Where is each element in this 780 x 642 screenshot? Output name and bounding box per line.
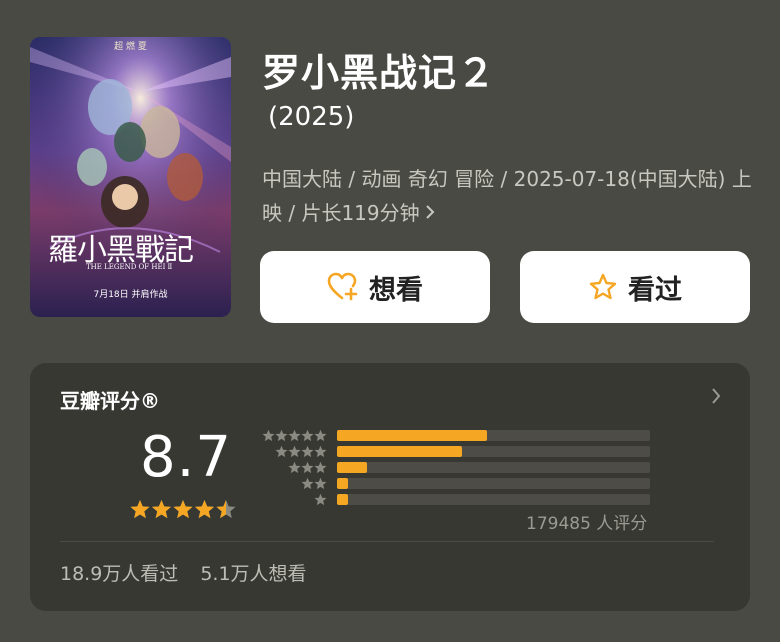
rating-score: 8.7 <box>140 425 233 490</box>
distribution-row-3 <box>255 460 655 476</box>
watched-label: 看过 <box>628 274 682 306</box>
distribution-star <box>314 429 327 442</box>
chevron-right-icon[interactable] <box>710 387 722 409</box>
rating-star-filled <box>151 500 172 519</box>
distribution-bar-fill <box>337 478 348 489</box>
rating-distribution <box>255 428 655 518</box>
movie-meta-text: 中国大陆 / 动画 奇幻 冒险 / 2025-07-18(中国大陆) 上映 / … <box>262 167 752 225</box>
poster-artwork <box>30 37 231 317</box>
movie-poster[interactable]: 超 燃 夏 羅小黑戰記 THE LEGEND OF HEI Ⅱ 7月18日 并肩… <box>30 37 231 317</box>
distribution-star <box>301 445 314 458</box>
chevron-right-icon <box>424 196 436 230</box>
distribution-star <box>301 429 314 442</box>
distribution-bar-track <box>337 494 650 505</box>
distribution-bar-fill <box>337 494 348 505</box>
distribution-row-1 <box>255 492 655 508</box>
distribution-star <box>314 445 327 458</box>
distribution-row-5 <box>255 428 655 444</box>
distribution-row-2 <box>255 476 655 492</box>
distribution-star <box>288 429 301 442</box>
movie-detail-page: 超 燃 夏 羅小黑戰記 THE LEGEND OF HEI Ⅱ 7月18日 并肩… <box>0 0 780 642</box>
distribution-bar-track <box>337 430 650 441</box>
distribution-row-4 <box>255 444 655 460</box>
want-to-watch-button[interactable]: 想看 <box>260 251 490 323</box>
rating-star-filled <box>130 500 150 519</box>
poster-release-line: 7月18日 并肩作战 <box>93 290 168 300</box>
rating-star-filled <box>194 500 215 519</box>
rating-stars <box>130 499 240 525</box>
distribution-bar-track <box>337 446 650 457</box>
distribution-star <box>301 477 314 490</box>
want-count: 5.1万人想看 <box>200 563 307 585</box>
distribution-star <box>314 493 327 506</box>
rating-star-filled <box>173 500 193 519</box>
distribution-star <box>314 477 327 490</box>
rating-card[interactable]: 豆瓣评分® 8.7 179485 人评分 18.9万人看过 5.1万人想看 <box>30 363 750 611</box>
distribution-star <box>275 429 288 442</box>
heart-plus-icon <box>327 272 359 302</box>
poster-subtitle: THE LEGEND OF HEI Ⅱ <box>86 263 173 271</box>
distribution-bar-fill <box>337 446 463 457</box>
distribution-bar-fill <box>337 430 488 441</box>
divider <box>60 541 714 542</box>
star-outline-icon <box>588 272 618 302</box>
distribution-bar-track <box>337 462 650 473</box>
distribution-bar-fill <box>337 462 367 473</box>
rating-header: 豆瓣评分® <box>60 389 160 413</box>
distribution-stars <box>314 492 327 511</box>
rating-count: 179485 人评分 <box>526 514 648 534</box>
distribution-bar-track <box>337 478 650 489</box>
watched-count: 18.9万人看过 <box>60 563 179 585</box>
distribution-star <box>288 445 301 458</box>
distribution-star <box>301 461 314 474</box>
poster-top-text: 超 燃 夏 <box>114 42 147 52</box>
distribution-star <box>262 429 275 442</box>
movie-title: 罗小黑战记２ <box>262 51 497 95</box>
distribution-star <box>288 461 301 474</box>
want-to-watch-label: 想看 <box>369 274 423 306</box>
movie-year: (2025) <box>268 102 355 132</box>
movie-meta[interactable]: 中国大陆 / 动画 奇幻 冒险 / 2025-07-18(中国大陆) 上映 / … <box>262 162 752 230</box>
audience-stats: 18.9万人看过 5.1万人想看 <box>60 559 307 586</box>
distribution-star <box>314 461 327 474</box>
watched-button[interactable]: 看过 <box>520 251 750 323</box>
distribution-star <box>275 445 288 458</box>
